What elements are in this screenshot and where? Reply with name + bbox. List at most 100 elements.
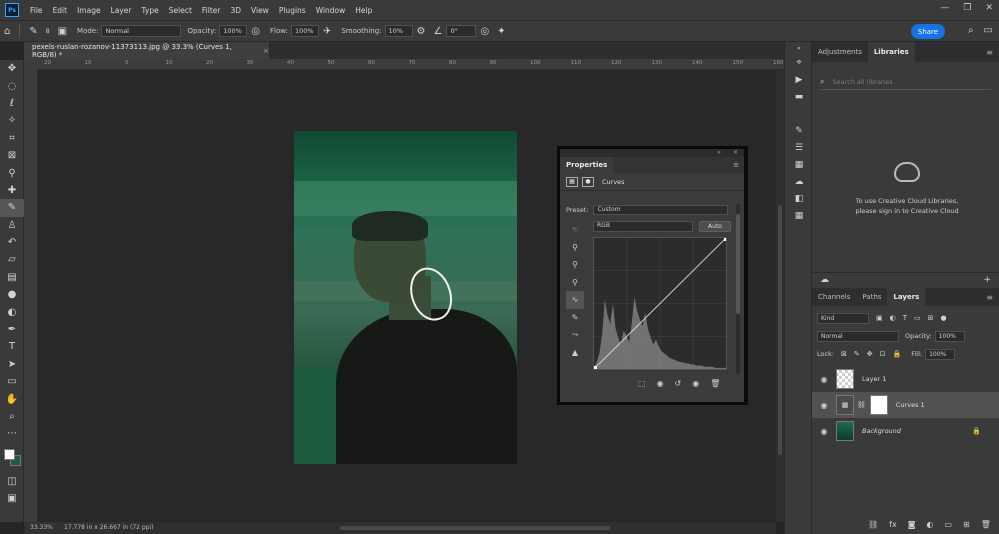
curves-graph[interactable]: [593, 237, 727, 370]
menu-file[interactable]: File: [25, 6, 48, 15]
lock-transparent-icon[interactable]: ⊠: [841, 350, 847, 358]
layer-mask-thumbnail[interactable]: [869, 395, 888, 415]
quick-mask-icon[interactable]: ◫: [0, 473, 24, 490]
flow-field[interactable]: 100%: [290, 25, 319, 37]
filter-shape-icon[interactable]: ▭: [914, 314, 921, 322]
clipping-warning-icon[interactable]: ▲: [566, 344, 584, 362]
close-tab-icon[interactable]: ×: [263, 47, 269, 55]
angle-field[interactable]: 0°: [446, 25, 477, 37]
menu-help[interactable]: Help: [350, 6, 377, 15]
brush-preset-icon[interactable]: ✎: [29, 26, 37, 37]
link-layers-icon[interactable]: ⛓: [868, 520, 878, 529]
properties-scrollbar[interactable]: [736, 204, 740, 374]
screen-mode-icon[interactable]: ▣: [0, 490, 24, 507]
magic-wand-icon[interactable]: ✧: [0, 112, 24, 129]
opacity-field[interactable]: 100%: [219, 25, 248, 37]
preset-select[interactable]: Custom: [593, 205, 729, 215]
stamp-icon[interactable]: ♙: [0, 217, 24, 234]
more-icon[interactable]: ⋯: [0, 425, 24, 442]
vertical-scrollbar[interactable]: [776, 70, 784, 522]
filter-adjust-icon[interactable]: ◐: [890, 314, 896, 322]
menu-edit[interactable]: Edit: [48, 6, 73, 15]
layer-row[interactable]: ◉ ▦ ⛓ Curves 1: [812, 392, 999, 418]
brush-settings-icon[interactable]: ✎: [785, 122, 813, 139]
trash-icon[interactable]: 🗑: [710, 379, 720, 388]
gear-icon[interactable]: ⚙: [417, 26, 426, 37]
minimize-icon[interactable]: —: [940, 3, 949, 13]
symmetry-icon[interactable]: ✦: [497, 26, 505, 37]
close-icon[interactable]: ✕: [985, 3, 993, 13]
layer-name[interactable]: Background: [862, 427, 901, 435]
channel-select[interactable]: RGB: [593, 221, 693, 232]
libraries-icon[interactable]: ☁: [785, 173, 813, 190]
brush-icon[interactable]: ✎: [0, 199, 24, 217]
brush-size-value[interactable]: 8: [46, 28, 50, 35]
workspace-icon[interactable]: ▭: [984, 25, 993, 36]
cloud-icon[interactable]: ☁: [820, 275, 829, 285]
grid-icon[interactable]: ▦: [785, 156, 813, 173]
visibility-eye-icon[interactable]: ◉: [817, 375, 831, 384]
brush-panel-icon[interactable]: ▣: [58, 26, 67, 37]
scroll-thumb[interactable]: [778, 205, 782, 455]
pen-icon[interactable]: ✒: [0, 321, 24, 338]
share-button[interactable]: Share: [911, 24, 945, 39]
auto-button[interactable]: Auto: [699, 221, 731, 232]
lock-pixels-icon[interactable]: ✎: [854, 350, 860, 358]
mode-select[interactable]: Normal: [101, 25, 182, 37]
curves-adjustment-icon[interactable]: ▦: [566, 176, 578, 187]
pressure-opacity-icon[interactable]: ◎: [251, 26, 260, 37]
filter-toggle-icon[interactable]: ●: [941, 314, 947, 322]
blur-icon[interactable]: ●: [0, 286, 24, 303]
panel-titlebar[interactable]: « ×: [560, 149, 744, 157]
targeted-adjust-icon[interactable]: ☜: [566, 221, 584, 239]
lock-all-icon[interactable]: 🔒: [893, 350, 902, 358]
healing-icon[interactable]: ✚: [0, 182, 24, 199]
filter-kind-select[interactable]: Kind: [817, 312, 869, 324]
black-point-eyedropper-icon[interactable]: ⚲: [566, 239, 584, 257]
menu-select[interactable]: Select: [164, 6, 197, 15]
maximize-icon[interactable]: ❐: [963, 3, 971, 13]
crop-icon[interactable]: ⌗: [0, 130, 24, 147]
new-adjustment-icon[interactable]: ◐: [926, 520, 933, 529]
smoothing-field[interactable]: 10%: [384, 25, 413, 37]
chain-link-icon[interactable]: ⛓: [857, 401, 866, 409]
gray-point-eyedropper-icon[interactable]: ⚲: [566, 256, 584, 274]
layer-row[interactable]: ◉ Layer 1: [812, 366, 999, 392]
path-select-icon[interactable]: ➤: [0, 356, 24, 373]
color-swatches[interactable]: [0, 443, 24, 473]
close-panel-icon[interactable]: ×: [733, 149, 738, 157]
tab-adjustments[interactable]: Adjustments: [812, 42, 868, 62]
lasso-icon[interactable]: ℓ: [0, 95, 24, 112]
add-icon[interactable]: +: [983, 275, 991, 285]
fill-field[interactable]: 100%: [925, 348, 956, 360]
filter-pixel-icon[interactable]: ▣: [876, 314, 883, 322]
home-icon[interactable]: ⌂: [4, 26, 10, 37]
scroll-thumb[interactable]: [340, 526, 610, 530]
filter-smart-icon[interactable]: ⊞: [928, 314, 934, 322]
menu-type[interactable]: Type: [137, 6, 164, 15]
menu-window[interactable]: Window: [311, 6, 351, 15]
tab-libraries[interactable]: Libraries: [867, 42, 915, 62]
point-curve-icon[interactable]: ∿: [566, 291, 584, 309]
blend-mode-select[interactable]: Normal: [817, 330, 899, 342]
rectangle-icon[interactable]: ▭: [0, 373, 24, 390]
scroll-thumb[interactable]: [736, 214, 740, 314]
layer-name[interactable]: Layer 1: [862, 375, 886, 383]
clip-to-layer-icon[interactable]: ⬚: [638, 379, 646, 388]
play-icon[interactable]: ▶: [785, 71, 813, 88]
add-mask-icon[interactable]: ◙: [908, 520, 916, 529]
menu-layer[interactable]: Layer: [106, 6, 137, 15]
menu-plugins[interactable]: Plugins: [274, 6, 311, 15]
eyedropper-icon[interactable]: ⚲: [0, 164, 24, 181]
layer-name[interactable]: Curves 1: [896, 401, 925, 409]
comments-icon[interactable]: ▬: [785, 88, 813, 105]
visibility-icon[interactable]: ◉: [692, 379, 699, 388]
layers-icon[interactable]: ◧: [785, 190, 813, 207]
panel-menu-icon[interactable]: ≡: [986, 293, 993, 302]
collapse-icon[interactable]: «: [717, 149, 721, 157]
search-icon[interactable]: ⌕: [968, 25, 974, 36]
tab-paths[interactable]: Paths: [856, 287, 887, 307]
panel-menu-icon[interactable]: ≡: [986, 48, 993, 57]
sliders-icon[interactable]: ☰: [785, 139, 813, 156]
menu-3d[interactable]: 3D: [225, 6, 246, 15]
